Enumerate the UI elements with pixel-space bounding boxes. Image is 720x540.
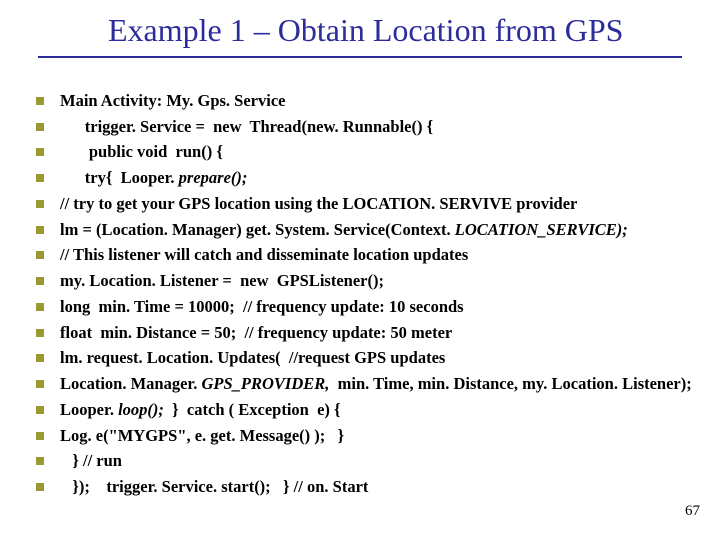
square-bullet-icon	[36, 174, 44, 182]
bullet-line: } // run	[36, 448, 696, 474]
line-text: float min. Distance = 50; // frequency u…	[60, 320, 452, 346]
line-text: trigger. Service = new Thread(new. Runna…	[60, 114, 433, 140]
bullet-line: Looper. loop(); } catch ( Exception e) {	[36, 397, 696, 423]
square-bullet-icon	[36, 432, 44, 440]
bullet-line: Location. Manager. GPS_PROVIDER, min. Ti…	[36, 371, 696, 397]
bullet-line: // try to get your GPS location using th…	[36, 191, 696, 217]
bullet-line: }); trigger. Service. start(); } // on. …	[36, 474, 696, 500]
bullet-line: Main Activity: My. Gps. Service	[36, 88, 696, 114]
line-text: } // run	[60, 448, 122, 474]
bullet-line: // This listener will catch and dissemin…	[36, 242, 696, 268]
page-number: 67	[685, 503, 700, 520]
square-bullet-icon	[36, 329, 44, 337]
line-text: Main Activity: My. Gps. Service	[60, 88, 285, 114]
line-text: // This listener will catch and dissemin…	[60, 242, 468, 268]
square-bullet-icon	[36, 148, 44, 156]
square-bullet-icon	[36, 354, 44, 362]
line-text: // try to get your GPS location using th…	[60, 191, 577, 217]
bullet-line: public void run() {	[36, 139, 696, 165]
line-text: Location. Manager. GPS_PROVIDER, min. Ti…	[60, 371, 692, 397]
line-text: my. Location. Listener = new GPSListener…	[60, 268, 384, 294]
square-bullet-icon	[36, 406, 44, 414]
bullet-line: long min. Time = 10000; // frequency upd…	[36, 294, 696, 320]
line-text: try{ Looper. prepare();	[60, 165, 247, 191]
square-bullet-icon	[36, 251, 44, 259]
line-text: long min. Time = 10000; // frequency upd…	[60, 294, 464, 320]
square-bullet-icon	[36, 303, 44, 311]
line-text: Looper. loop(); } catch ( Exception e) {	[60, 397, 341, 423]
bullet-line: lm. request. Location. Updates( //reques…	[36, 345, 696, 371]
line-text: public void run() {	[60, 139, 223, 165]
bullet-line: try{ Looper. prepare();	[36, 165, 696, 191]
slide-body: Main Activity: My. Gps. Service trigger.…	[36, 88, 696, 500]
line-text: lm = (Location. Manager) get. System. Se…	[60, 217, 628, 243]
bullet-line: lm = (Location. Manager) get. System. Se…	[36, 217, 696, 243]
line-text: }); trigger. Service. start(); } // on. …	[60, 474, 368, 500]
square-bullet-icon	[36, 226, 44, 234]
square-bullet-icon	[36, 380, 44, 388]
line-text: Log. e("MYGPS", e. get. Message() ); }	[60, 423, 344, 449]
square-bullet-icon	[36, 457, 44, 465]
square-bullet-icon	[36, 277, 44, 285]
square-bullet-icon	[36, 97, 44, 105]
slide-title: Example 1 – Obtain Location from GPS	[108, 12, 623, 49]
bullet-line: float min. Distance = 50; // frequency u…	[36, 320, 696, 346]
square-bullet-icon	[36, 123, 44, 131]
bullet-line: my. Location. Listener = new GPSListener…	[36, 268, 696, 294]
square-bullet-icon	[36, 483, 44, 491]
bullet-line: Log. e("MYGPS", e. get. Message() ); }	[36, 423, 696, 449]
title-underline	[38, 56, 682, 58]
square-bullet-icon	[36, 200, 44, 208]
line-text: lm. request. Location. Updates( //reques…	[60, 345, 445, 371]
bullet-line: trigger. Service = new Thread(new. Runna…	[36, 114, 696, 140]
slide: Example 1 – Obtain Location from GPS Mai…	[0, 0, 720, 540]
